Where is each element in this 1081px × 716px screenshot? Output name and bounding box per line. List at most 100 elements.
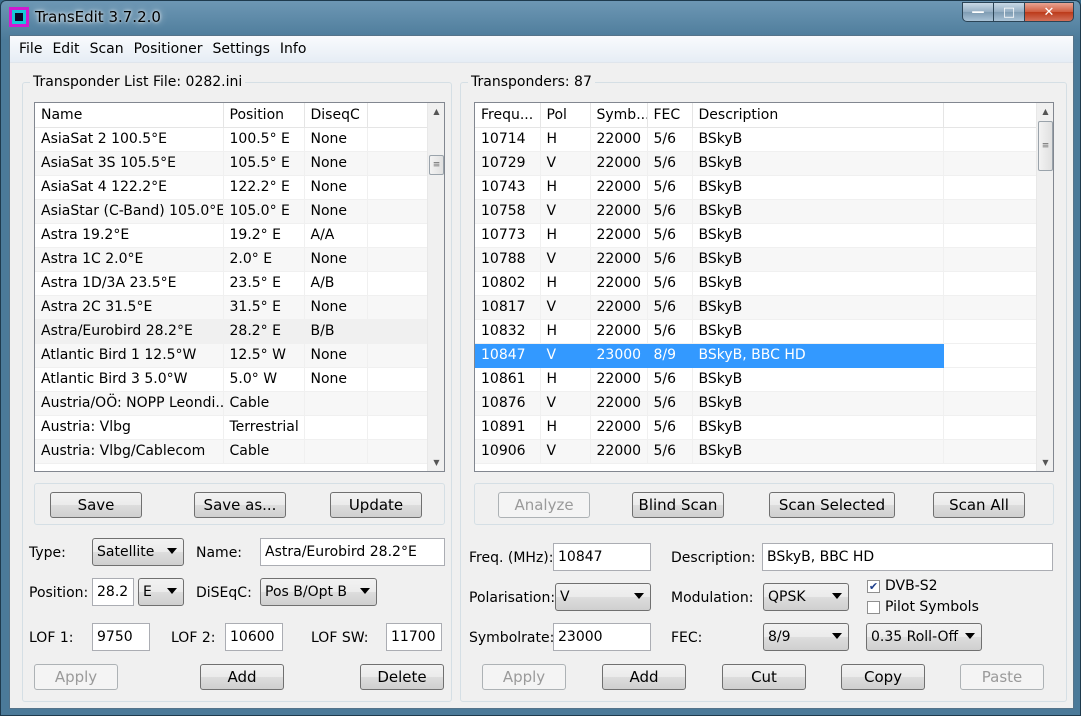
apply-transponder-button[interactable]: Apply [482, 664, 566, 690]
satellite-row[interactable]: AsiaStar (C-Band) 105.0°E 105.0° E None [35, 199, 430, 224]
rolloff-select[interactable]: 0.35 Roll-Off [866, 623, 982, 651]
satellite-row[interactable]: Astra/Eurobird 28.2°E 28.2° E B/B [35, 319, 430, 344]
transponder-row[interactable]: 10876 V 22000 5/6 BSkyB [475, 391, 1039, 416]
lofsw-input[interactable]: 11700 [386, 623, 442, 651]
transponder-row[interactable]: 10743 H 22000 5/6 BSkyB [475, 175, 1039, 200]
menu-info[interactable]: Info [275, 39, 312, 59]
column-header-frequency[interactable]: Frequ... [475, 103, 541, 128]
transponder-row[interactable]: 10802 H 22000 5/6 BSkyB [475, 271, 1039, 296]
satellite-name-cell: Astra/Eurobird 28.2°E [35, 319, 224, 344]
pilot-symbols-checkbox[interactable]: Pilot Symbols [867, 599, 979, 615]
satellite-row[interactable]: Atlantic Bird 1 12.5°W 12.5° W None [35, 343, 430, 368]
dvbs2-checkbox[interactable]: ✔ DVB-S2 [867, 578, 938, 594]
symbolrate-input[interactable]: 23000 [553, 623, 651, 651]
column-header-name[interactable]: Name [35, 103, 224, 128]
satellite-name-cell: Astra 1C 2.0°E [35, 247, 224, 272]
fec-cell: 5/6 [647, 247, 693, 272]
satellite-name-cell: Astra 19.2°E [35, 223, 224, 248]
satellite-row[interactable]: Austria: Vlbg Terrestrial [35, 415, 430, 440]
column-header-symbolrate[interactable]: Symb... [590, 103, 648, 128]
position-direction-select[interactable]: E [138, 578, 184, 606]
copy-button[interactable]: Copy [841, 664, 925, 690]
satellite-row[interactable]: Austria: Vlbg/Cablecom Cable [35, 439, 430, 464]
scroll-thumb[interactable]: ≡ [1038, 121, 1053, 171]
cut-button[interactable]: Cut [722, 664, 806, 690]
blind-scan-button[interactable]: Blind Scan [632, 492, 724, 518]
scroll-down-icon[interactable]: ▼ [428, 454, 444, 471]
column-header-description[interactable]: Description [692, 103, 944, 128]
update-button[interactable]: Update [330, 492, 422, 518]
fec-cell: 5/6 [647, 439, 693, 464]
description-input[interactable]: BSkyB, BBC HD [762, 543, 1053, 571]
modulation-select[interactable]: QPSK [763, 583, 849, 611]
frequency-cell: 10714 [475, 127, 541, 152]
lof1-input[interactable]: 9750 [92, 623, 150, 651]
satellite-row[interactable]: Astra 1D/3A 23.5°E 23.5° E A/B [35, 271, 430, 296]
transponder-list-scrollbar[interactable]: ▲ ≡ ▼ [1036, 103, 1053, 471]
scroll-up-icon[interactable]: ▲ [1037, 103, 1053, 120]
transponder-row[interactable]: 10758 V 22000 5/6 BSkyB [475, 199, 1039, 224]
menu-file[interactable]: File [14, 39, 47, 59]
transponder-row[interactable]: 10817 V 22000 5/6 BSkyB [475, 295, 1039, 320]
satellite-row[interactable]: AsiaSat 3S 105.5°E 105.5° E None [35, 151, 430, 176]
position-label: Position: [29, 585, 89, 601]
delete-satellite-button[interactable]: Delete [360, 664, 444, 690]
save-as-button[interactable]: Save as... [194, 492, 286, 518]
close-icon[interactable]: ✕ [1024, 2, 1074, 22]
transponder-row[interactable]: 10788 V 22000 5/6 BSkyB [475, 247, 1039, 272]
paste-button[interactable]: Paste [960, 664, 1044, 690]
menu-scan[interactable]: Scan [85, 39, 129, 59]
satellite-row[interactable]: Atlantic Bird 3 5.0°W 5.0° W None [35, 367, 430, 392]
symbolrate-cell: 22000 [590, 199, 648, 224]
menu-settings[interactable]: Settings [208, 39, 275, 59]
scroll-down-icon[interactable]: ▼ [1037, 454, 1053, 471]
satellite-list[interactable]: Name Position DiseqC AsiaSat 2 100.5°E 10… [34, 102, 445, 472]
satellite-row[interactable]: Austria/OÖ: NOPP Leondi... Cable [35, 391, 430, 416]
lof1-label: LOF 1: [29, 630, 74, 646]
transponder-row[interactable]: 10832 H 22000 5/6 BSkyB [475, 319, 1039, 344]
transponder-row[interactable]: 10714 H 22000 5/6 BSkyB [475, 127, 1039, 152]
title-bar[interactable]: TransEdit 3.7.2.0 — □ ✕ [1, 1, 1080, 35]
transponder-row[interactable]: 10847 V 23000 8/9 BSkyB, BBC HD [475, 343, 1039, 368]
analyze-button[interactable]: Analyze [498, 492, 590, 518]
minimize-icon[interactable]: — [962, 2, 994, 22]
scan-selected-button[interactable]: Scan Selected [769, 492, 895, 518]
column-header-position[interactable]: Position [223, 103, 305, 128]
scroll-thumb[interactable]: ≡ [429, 155, 444, 175]
transponder-row[interactable]: 10729 V 22000 5/6 BSkyB [475, 151, 1039, 176]
transponder-row[interactable]: 10891 H 22000 5/6 BSkyB [475, 415, 1039, 440]
transponder-row[interactable]: 10861 H 22000 5/6 BSkyB [475, 367, 1039, 392]
diseqc-select[interactable]: Pos B/Opt B [260, 578, 377, 606]
satellite-row[interactable]: AsiaSat 4 122.2°E 122.2° E None [35, 175, 430, 200]
transponder-row[interactable]: 10773 H 22000 5/6 BSkyB [475, 223, 1039, 248]
add-transponder-button[interactable]: Add [602, 664, 686, 690]
transponder-list[interactable]: Frequ... Pol Symb... FEC Description 107… [474, 102, 1054, 472]
transponder-row[interactable]: 10906 V 22000 5/6 BSkyB [475, 439, 1039, 464]
satellite-row[interactable]: Astra 19.2°E 19.2° E A/A [35, 223, 430, 248]
scroll-up-icon[interactable]: ▲ [428, 103, 444, 120]
satellite-list-scrollbar[interactable]: ▲ ≡ ▼ [427, 103, 444, 471]
position-input[interactable]: 28.2 [92, 578, 134, 606]
column-header-diseqc[interactable]: DiseqC [304, 103, 368, 128]
menu-positioner[interactable]: Positioner [129, 39, 208, 59]
save-button[interactable]: Save [50, 492, 142, 518]
column-header-polarisation[interactable]: Pol [540, 103, 591, 128]
add-satellite-button[interactable]: Add [200, 664, 284, 690]
fec-select[interactable]: 8/9 [763, 623, 849, 651]
scan-all-button[interactable]: Scan All [933, 492, 1025, 518]
frequency-input[interactable]: 10847 [553, 543, 651, 571]
satellite-row[interactable]: Astra 2C 31.5°E 31.5° E None [35, 295, 430, 320]
fec-label: FEC: [671, 630, 703, 646]
polarisation-cell: H [540, 415, 591, 440]
lof2-input[interactable]: 10600 [225, 623, 283, 651]
maximize-icon[interactable]: □ [993, 2, 1025, 22]
name-input[interactable]: Astra/Eurobird 28.2°E [260, 538, 445, 566]
satellite-position-cell: 19.2° E [223, 223, 305, 248]
column-header-fec[interactable]: FEC [647, 103, 693, 128]
satellite-row[interactable]: AsiaSat 2 100.5°E 100.5° E None [35, 127, 430, 152]
satellite-row[interactable]: Astra 1C 2.0°E 2.0° E None [35, 247, 430, 272]
polarisation-select[interactable]: V [555, 583, 651, 611]
apply-satellite-button[interactable]: Apply [34, 664, 118, 690]
type-select[interactable]: Satellite [92, 538, 184, 566]
menu-edit[interactable]: Edit [47, 39, 84, 59]
